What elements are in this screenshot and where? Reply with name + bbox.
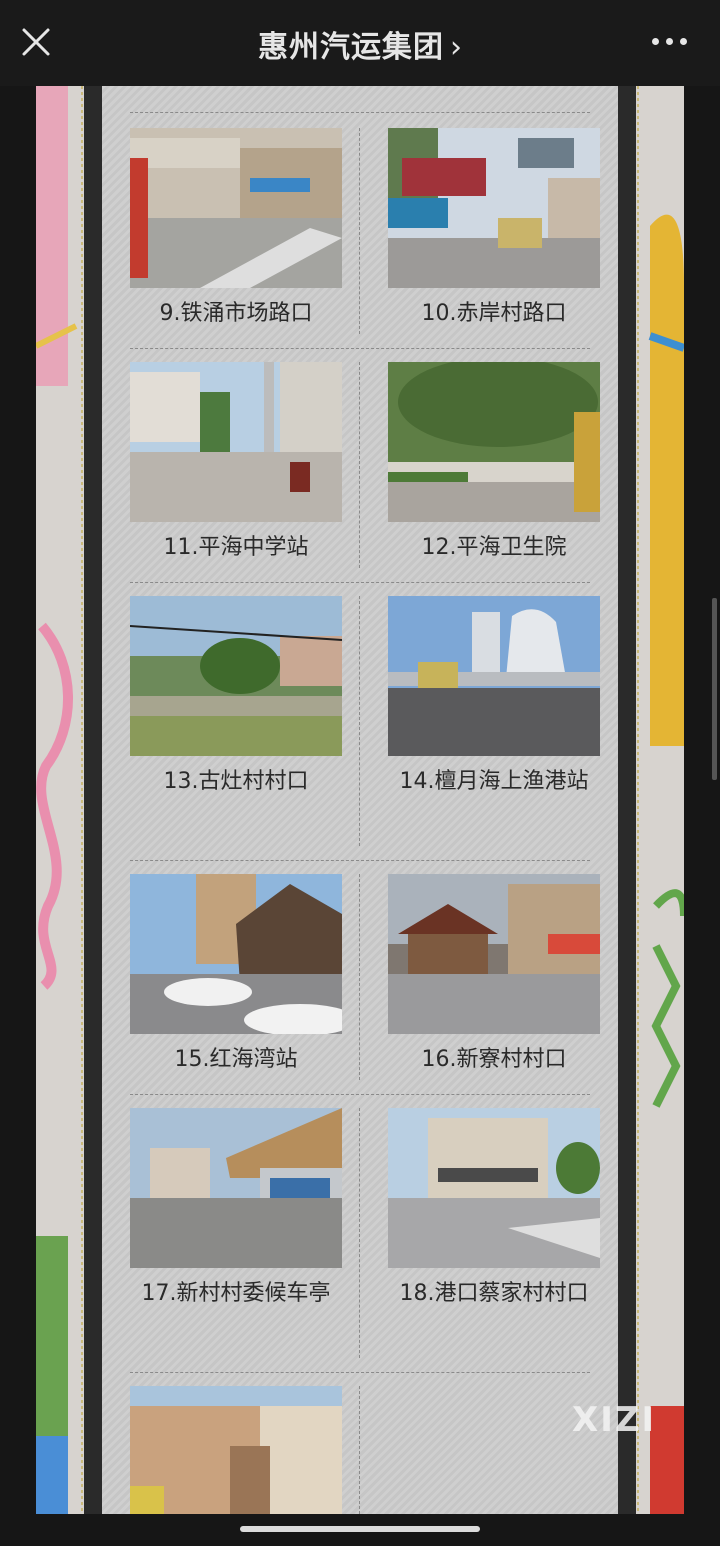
- more-icon[interactable]: [650, 30, 690, 54]
- station-label: 16.新寮村村口: [421, 1047, 567, 1072]
- station-photo[interactable]: [130, 596, 342, 756]
- station-card: [130, 1386, 342, 1514]
- station-label: 17.新村村委候车亭: [141, 1281, 331, 1306]
- station-photo[interactable]: [388, 362, 600, 522]
- station-card: 18.港口蔡家村村口: [388, 1108, 600, 1316]
- station-card: 14.檀月海上渔港站: [388, 596, 600, 804]
- station-label: 13.古灶村村口: [163, 769, 309, 794]
- station-photo[interactable]: [130, 128, 342, 288]
- station-card: 12.平海卫生院: [388, 362, 600, 570]
- station-label: 14.檀月海上渔港站: [399, 769, 589, 794]
- watermark-logo: XIZI: [572, 1400, 657, 1440]
- account-title-link[interactable]: 惠州汽运集团 ›: [0, 22, 720, 66]
- station-label: 9.铁涌市场路口: [159, 301, 313, 326]
- station-photo[interactable]: [388, 1108, 600, 1268]
- station-grid-panel: 9.铁涌市场路口 10.赤岸村路口 11.平海中学站 12.平海卫生院 13.古…: [102, 86, 618, 1514]
- station-card: 15.红海湾站: [130, 874, 342, 1082]
- station-photo[interactable]: [130, 1108, 342, 1268]
- station-photo[interactable]: [388, 874, 600, 1034]
- station-card: 17.新村村委候车亭: [130, 1108, 342, 1316]
- station-photo[interactable]: [130, 1386, 342, 1514]
- home-indicator[interactable]: [240, 1526, 480, 1532]
- station-label: 10.赤岸村路口: [421, 301, 567, 326]
- station-photo[interactable]: [388, 596, 600, 756]
- station-card: 16.新寮村村口: [388, 874, 600, 1082]
- page-title: 惠州汽运集团: [258, 30, 444, 65]
- station-label: 11.平海中学站: [163, 535, 309, 560]
- chevron-right-icon: ›: [450, 30, 462, 65]
- station-label: 15.红海湾站: [174, 1047, 298, 1072]
- decorative-border-right: [636, 86, 684, 1514]
- station-card: 13.古灶村村口: [130, 596, 342, 804]
- station-label: 18.港口蔡家村村口: [399, 1281, 589, 1306]
- top-bar: 惠州汽运集团 ›: [0, 0, 720, 86]
- station-photo[interactable]: [130, 874, 342, 1034]
- station-label: 12.平海卫生院: [421, 535, 567, 560]
- station-photo[interactable]: [130, 362, 342, 522]
- station-card: 9.铁涌市场路口: [130, 128, 342, 336]
- article-content[interactable]: 9.铁涌市场路口 10.赤岸村路口 11.平海中学站 12.平海卫生院 13.古…: [36, 86, 684, 1514]
- station-photo[interactable]: [388, 128, 600, 288]
- scrollbar[interactable]: [712, 598, 717, 780]
- station-card: 11.平海中学站: [130, 362, 342, 570]
- station-card: 10.赤岸村路口: [388, 128, 600, 336]
- decorative-border-left: [36, 86, 84, 1514]
